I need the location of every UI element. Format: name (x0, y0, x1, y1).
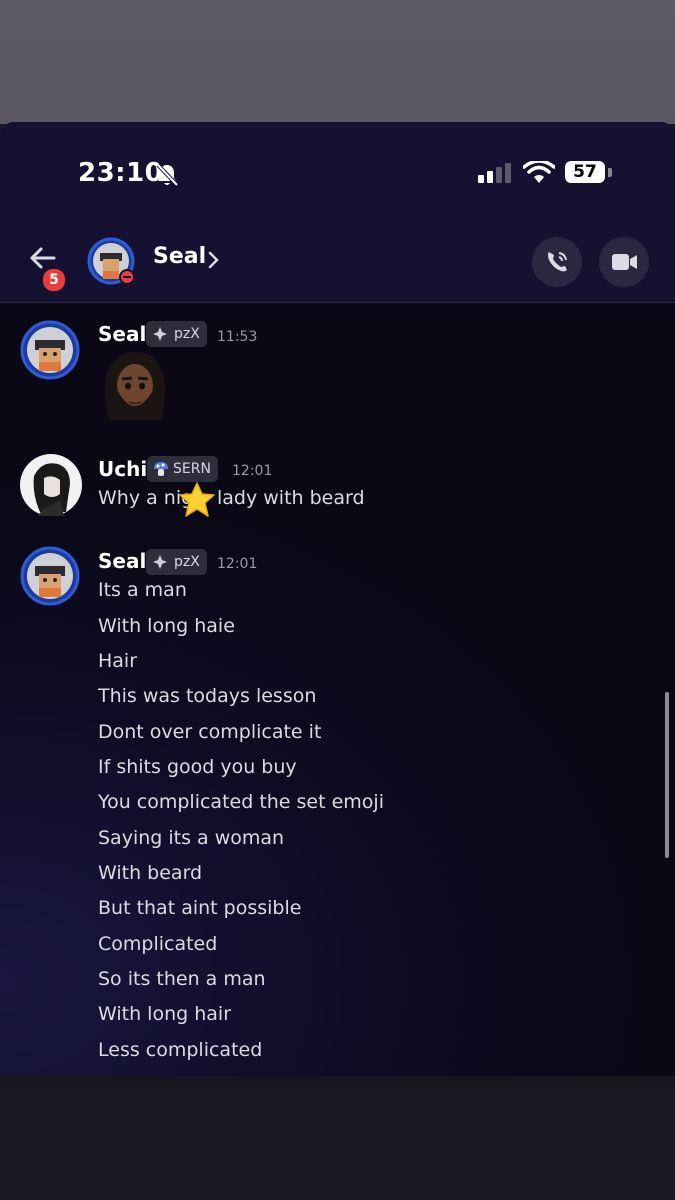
cell-signal-icon (478, 163, 511, 183)
message-line: If shits good you buy (98, 756, 297, 778)
server-tag-label: SERN (173, 461, 211, 477)
message-line: Saying its a woman (98, 827, 285, 849)
scrollbar[interactable] (665, 692, 669, 858)
message-line: This was todays lesson (98, 685, 317, 707)
message-line: But that aint possible (98, 897, 302, 919)
server-tag: SERN (147, 456, 218, 482)
message-line: So its then a man (98, 968, 266, 990)
message-line: Less complicated (98, 1039, 263, 1061)
message-avatar-seal[interactable] (20, 320, 80, 380)
video-camera-icon (612, 254, 637, 270)
diamond-icon (153, 327, 167, 341)
beard-person-emoji[interactable] (98, 350, 172, 422)
battery-nub (608, 168, 612, 177)
voice-call-button[interactable] (532, 237, 582, 287)
mushroom-icon (154, 462, 168, 476)
background-bottom (0, 1076, 675, 1200)
chevron-right-icon[interactable] (206, 250, 220, 270)
message-line: Complicated (98, 933, 218, 955)
phone-icon (548, 252, 567, 272)
message-text: lady with beard (217, 487, 365, 509)
server-tag-label: pzX (174, 326, 200, 342)
message-author[interactable]: Uchi (98, 457, 147, 481)
message-time: 12:01 (217, 556, 258, 572)
message-line: With beard (98, 862, 203, 884)
diamond-icon (153, 555, 167, 569)
message-time: 12:01 (232, 463, 273, 479)
message-line: With long haie (98, 615, 235, 637)
message-avatar-seal[interactable] (20, 546, 80, 606)
server-tag: pzX (146, 549, 207, 575)
battery-level: 57 (565, 161, 605, 183)
server-tag-label: pzX (174, 554, 200, 570)
video-call-button[interactable] (599, 237, 649, 287)
message-line: Dont over complicate it (98, 721, 322, 743)
contact-name[interactable]: Seal (153, 244, 206, 269)
wifi-icon (523, 161, 555, 183)
message-line: Hair (98, 650, 138, 672)
bell-muted-icon (156, 163, 178, 187)
message-time: 11:53 (217, 329, 258, 345)
star-emoji (179, 482, 215, 517)
message-author[interactable]: Seal (98, 549, 146, 573)
message-author[interactable]: Seal (98, 322, 146, 346)
message-avatar-uchi[interactable] (20, 454, 82, 516)
contact-avatar[interactable] (87, 237, 137, 287)
server-tag: pzX (146, 321, 207, 347)
message-line: With long hair (98, 1003, 231, 1025)
chat-screen: 23:10 57 5 Seal Seal pzX 11:53 Uchi SERN… (0, 122, 675, 1076)
unread-badge: 5 (41, 267, 67, 293)
message-line: Its a man (98, 579, 187, 601)
message-line: You complicated the set emoji (98, 791, 384, 813)
background-top (0, 0, 675, 124)
status-time: 23:10 (78, 158, 164, 188)
